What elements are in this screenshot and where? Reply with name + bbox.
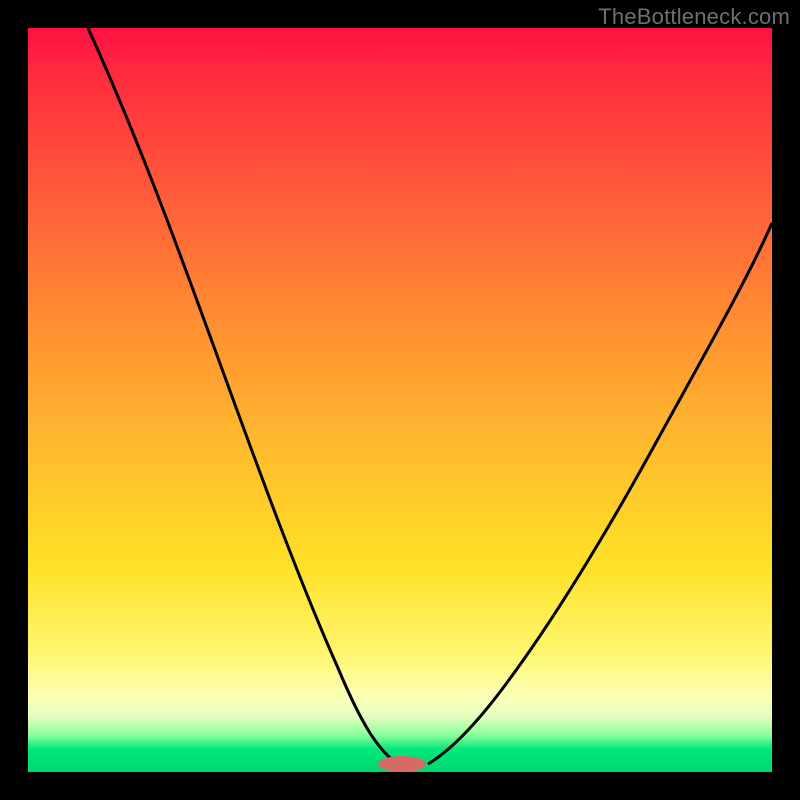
curve-layer (28, 28, 772, 772)
chart-frame: TheBottleneck.com (0, 0, 800, 800)
watermark-text: TheBottleneck.com (598, 4, 790, 30)
curve-right (428, 223, 772, 764)
plot-area (28, 28, 772, 772)
curve-left (88, 28, 398, 764)
valley-marker (378, 756, 426, 772)
